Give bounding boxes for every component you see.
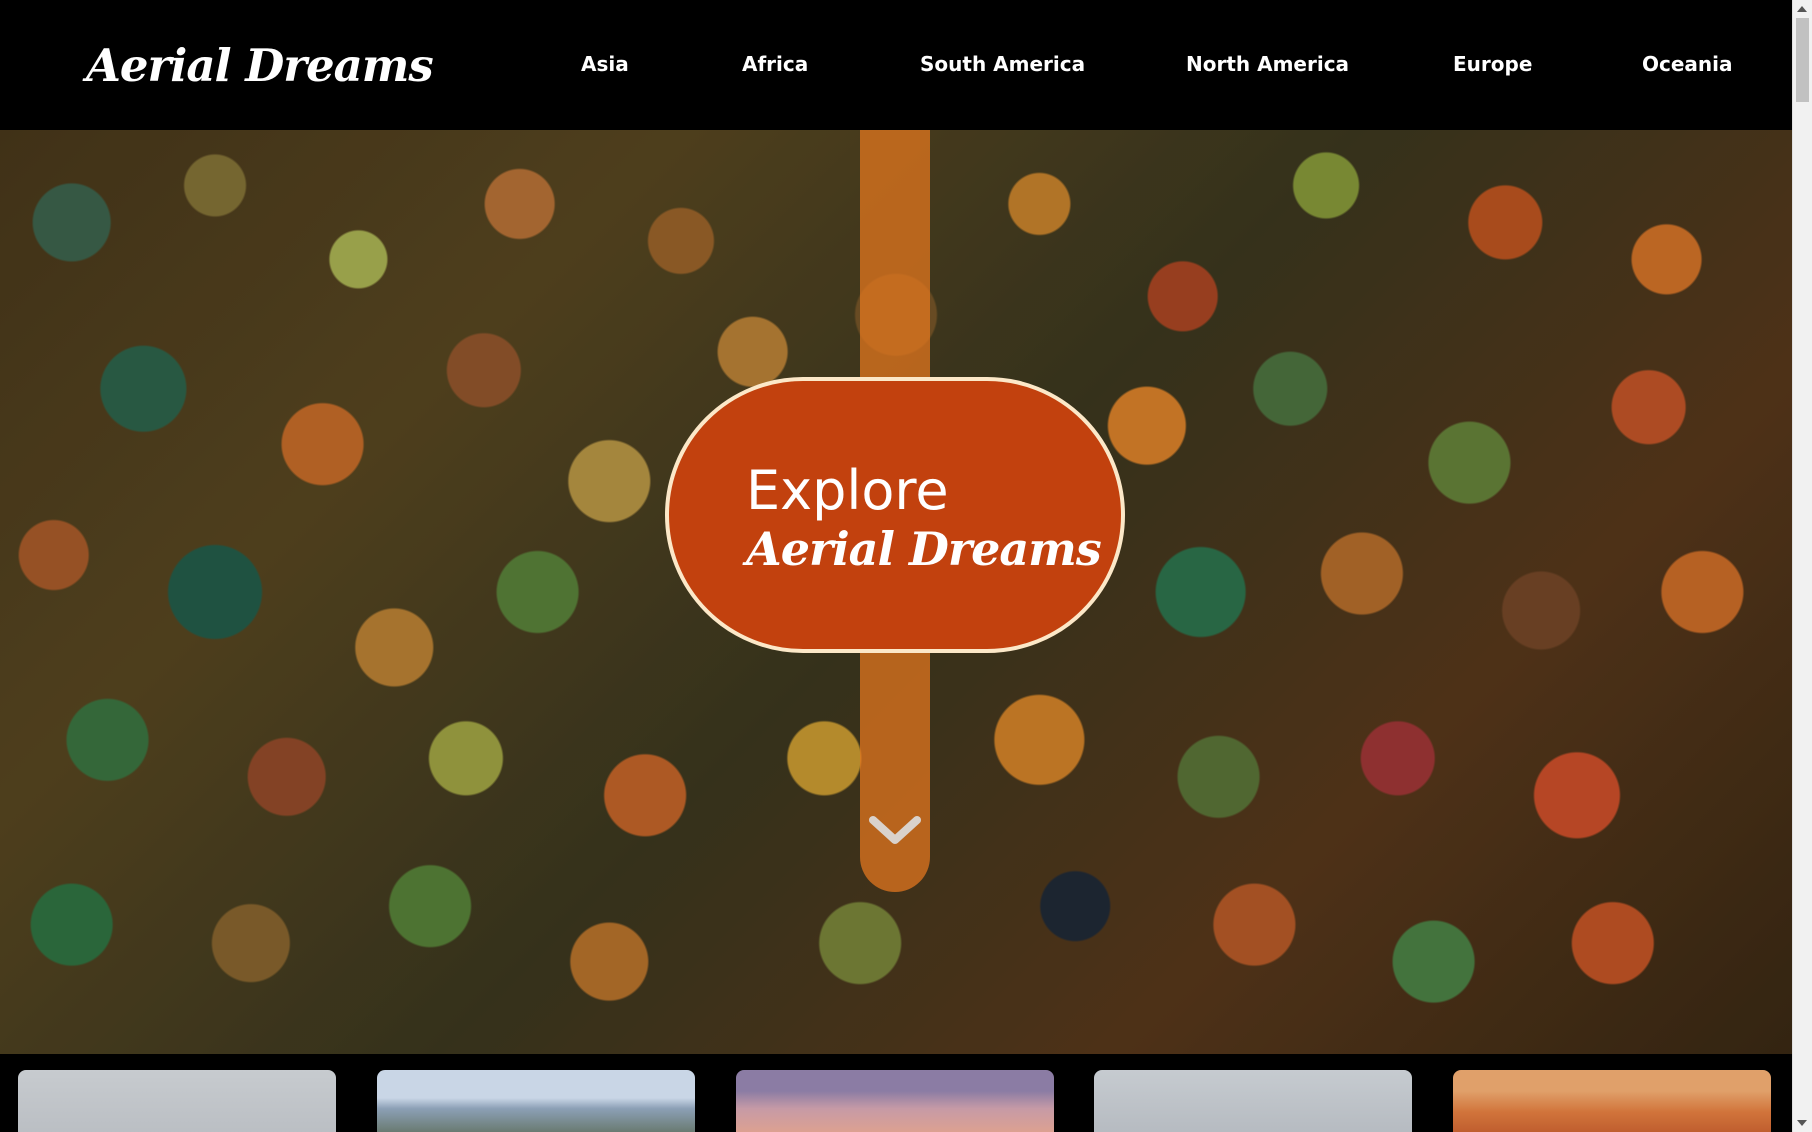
thumbnail-card[interactable] bbox=[1094, 1070, 1412, 1132]
scroll-down-icon[interactable] bbox=[1797, 1120, 1807, 1126]
thumbnail-card[interactable] bbox=[18, 1070, 336, 1132]
nav-item-africa[interactable]: Africa bbox=[742, 46, 808, 82]
nav-item-europe[interactable]: Europe bbox=[1453, 46, 1532, 82]
nav-item-south-america[interactable]: South America bbox=[920, 46, 1085, 82]
thumbnail-card[interactable] bbox=[377, 1070, 695, 1132]
explore-cta-button[interactable]: Explore Aerial Dreams bbox=[665, 377, 1125, 653]
site-header: Aerial Dreams Asia Africa South America … bbox=[0, 0, 1792, 130]
nav-item-asia[interactable]: Asia bbox=[581, 46, 629, 82]
page: Aerial Dreams Asia Africa South America … bbox=[0, 0, 1812, 1132]
nav-item-oceania[interactable]: Oceania bbox=[1642, 46, 1733, 82]
cta-text-brand: Aerial Dreams bbox=[746, 522, 1102, 576]
destination-thumbnails bbox=[0, 1054, 1792, 1132]
scroll-up-icon[interactable] bbox=[1797, 6, 1807, 12]
nav-item-north-america[interactable]: North America bbox=[1186, 46, 1349, 82]
thumbnail-card[interactable] bbox=[736, 1070, 1054, 1132]
chevron-down-icon[interactable] bbox=[869, 812, 921, 852]
scrollbar-thumb[interactable] bbox=[1796, 18, 1809, 102]
thumbnail-card[interactable] bbox=[1453, 1070, 1771, 1132]
main-nav: Asia Africa South America North America … bbox=[0, 46, 1792, 86]
cta-text-explore: Explore bbox=[746, 459, 949, 522]
vertical-scrollbar[interactable] bbox=[1792, 0, 1812, 1132]
hero-section: Explore Aerial Dreams bbox=[0, 130, 1792, 1054]
